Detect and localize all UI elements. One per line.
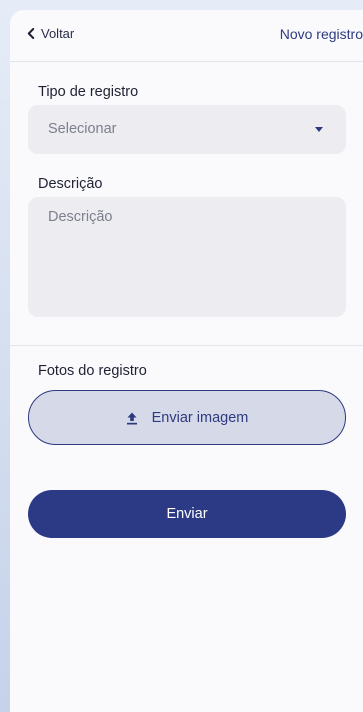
form-card: Voltar Novo registro Tipo de registro Se… — [10, 10, 363, 712]
type-select-value: Selecionar — [48, 121, 117, 137]
back-button[interactable]: Voltar — [27, 26, 74, 41]
upload-icon — [126, 411, 138, 425]
page-title: Novo registro — [279, 26, 363, 42]
upload-image-button[interactable]: Enviar imagem — [28, 390, 346, 445]
header: Voltar Novo registro — [10, 10, 363, 62]
divider — [10, 345, 363, 346]
upload-label: Enviar imagem — [151, 409, 249, 426]
back-label: Voltar — [41, 26, 75, 41]
description-placeholder: Descrição — [48, 209, 113, 225]
submit-label: Enviar — [166, 506, 208, 522]
photos-label: Fotos do registro — [38, 363, 147, 379]
type-select[interactable]: Selecionar — [28, 105, 346, 154]
chevron-left-icon — [27, 28, 35, 39]
description-label: Descrição — [38, 176, 103, 192]
description-field[interactable]: Descrição — [28, 197, 346, 317]
type-label: Tipo de registro — [38, 84, 139, 100]
caret-down-icon — [315, 127, 323, 132]
submit-button[interactable]: Enviar — [28, 490, 346, 538]
